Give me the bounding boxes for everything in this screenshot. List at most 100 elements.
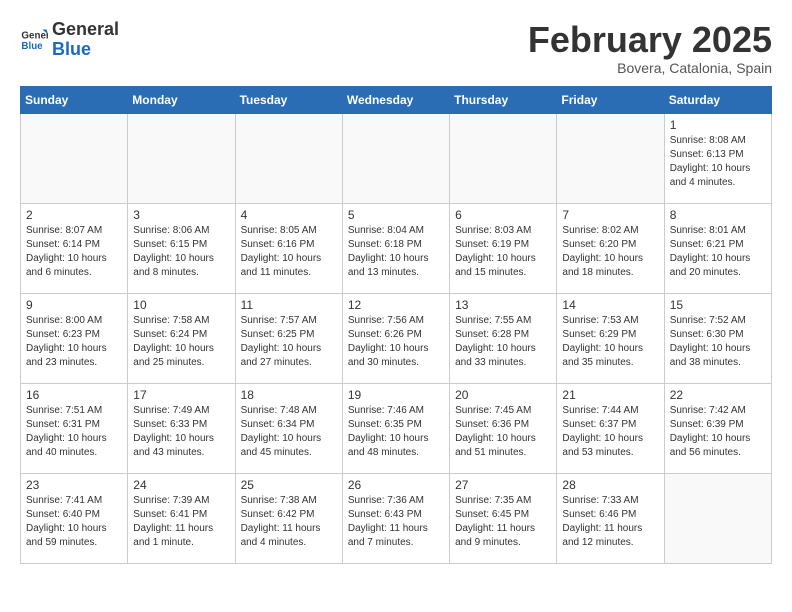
day-info: Sunrise: 7:38 AM Sunset: 6:42 PM Dayligh… [241, 494, 337, 550]
calendar-cell: 27Sunrise: 7:35 AM Sunset: 6:45 PM Dayli… [450, 473, 557, 563]
day-number: 1 [670, 118, 766, 132]
day-info: Sunrise: 7:41 AM Sunset: 6:40 PM Dayligh… [26, 494, 122, 550]
day-info: Sunrise: 7:53 AM Sunset: 6:29 PM Dayligh… [562, 314, 658, 370]
day-info: Sunrise: 7:33 AM Sunset: 6:46 PM Dayligh… [562, 494, 658, 550]
day-info: Sunrise: 7:39 AM Sunset: 6:41 PM Dayligh… [133, 494, 229, 550]
calendar-cell: 5 Sunrise: 8:04 AM Sunset: 6:18 PM Daylig… [342, 203, 449, 293]
calendar-cell [21, 113, 128, 203]
weekday-header-cell: Friday [557, 86, 664, 113]
page-header: General Blue General Blue February 2025 … [20, 20, 772, 76]
day-info: Sunrise: 7:42 AM Sunset: 6:39 PM Dayligh… [670, 404, 766, 460]
weekday-header-cell: Thursday [450, 86, 557, 113]
calendar-cell: 3 Sunrise: 8:06 AM Sunset: 6:15 PM Daylig… [128, 203, 235, 293]
calendar-week-row: 9 Sunrise: 8:00 AM Sunset: 6:23 PM Daylig… [21, 293, 772, 383]
calendar-cell: 21Sunrise: 7:44 AM Sunset: 6:37 PM Dayli… [557, 383, 664, 473]
logo-line1: General [52, 20, 119, 40]
calendar-week-row: 16 Sunrise: 7:51 AM Sunset: 6:31 PM Dayli… [21, 383, 772, 473]
day-info: Sunrise: 7:48 AM Sunset: 6:34 PM Dayligh… [241, 404, 337, 460]
calendar-cell: 15 Sunrise: 7:52 AM Sunset: 6:30 PM Dayli… [664, 293, 771, 383]
day-number: 16 [26, 388, 122, 402]
day-info: Sunrise: 8:07 AM Sunset: 6:14 PM Dayligh… [26, 224, 122, 280]
day-number: 14 [562, 298, 658, 312]
day-info: Sunrise: 7:57 AM Sunset: 6:25 PM Dayligh… [241, 314, 337, 370]
calendar-week-row: 23 Sunrise: 7:41 AM Sunset: 6:40 PM Dayli… [21, 473, 772, 563]
day-number: 9 [26, 298, 122, 312]
day-number: 13 [455, 298, 551, 312]
calendar-cell [557, 113, 664, 203]
calendar-cell [664, 473, 771, 563]
svg-text:Blue: Blue [21, 41, 43, 52]
day-number: 25 [241, 478, 337, 492]
day-number: 23 [26, 478, 122, 492]
calendar-cell: 8 Sunrise: 8:01 AM Sunset: 6:21 PM Daylig… [664, 203, 771, 293]
day-info: Sunrise: 8:05 AM Sunset: 6:16 PM Dayligh… [241, 224, 337, 280]
calendar-cell: 6 Sunrise: 8:03 AM Sunset: 6:19 PM Daylig… [450, 203, 557, 293]
calendar-cell: 10Sunrise: 7:58 AM Sunset: 6:24 PM Dayli… [128, 293, 235, 383]
day-number: 28 [562, 478, 658, 492]
day-number: 4 [241, 208, 337, 222]
calendar-cell: 23 Sunrise: 7:41 AM Sunset: 6:40 PM Dayli… [21, 473, 128, 563]
day-number: 18 [241, 388, 337, 402]
calendar-cell: 13 Sunrise: 7:55 AM Sunset: 6:28 PM Dayli… [450, 293, 557, 383]
day-info: Sunrise: 8:01 AM Sunset: 6:21 PM Dayligh… [670, 224, 766, 280]
calendar-cell [235, 113, 342, 203]
day-number: 3 [133, 208, 229, 222]
logo: General Blue General Blue [20, 20, 119, 60]
calendar-cell: 14 Sunrise: 7:53 AM Sunset: 6:29 PM Dayli… [557, 293, 664, 383]
calendar-week-row: 1 Sunrise: 8:08 AM Sunset: 6:13 PM Daylig… [21, 113, 772, 203]
title-area: February 2025 Bovera, Catalonia, Spain [528, 20, 772, 76]
day-number: 17 [133, 388, 229, 402]
calendar-cell: 11 Sunrise: 7:57 AM Sunset: 6:25 PM Dayli… [235, 293, 342, 383]
day-number: 2 [26, 208, 122, 222]
day-number: 21 [562, 388, 658, 402]
calendar-cell: 12 Sunrise: 7:56 AM Sunset: 6:26 PM Dayli… [342, 293, 449, 383]
day-number: 12 [348, 298, 444, 312]
logo-line2: Blue [52, 40, 119, 60]
day-number: 8 [670, 208, 766, 222]
calendar-cell: 25 Sunrise: 7:38 AM Sunset: 6:42 PM Dayli… [235, 473, 342, 563]
svg-text:General: General [21, 30, 48, 41]
day-info: Sunrise: 7:52 AM Sunset: 6:30 PM Dayligh… [670, 314, 766, 370]
day-info: Sunrise: 7:49 AM Sunset: 6:33 PM Dayligh… [133, 404, 229, 460]
day-info: Sunrise: 8:00 AM Sunset: 6:23 PM Dayligh… [26, 314, 122, 370]
day-number: 6 [455, 208, 551, 222]
day-info: Sunrise: 7:46 AM Sunset: 6:35 PM Dayligh… [348, 404, 444, 460]
day-number: 20 [455, 388, 551, 402]
calendar-week-row: 2 Sunrise: 8:07 AM Sunset: 6:14 PM Daylig… [21, 203, 772, 293]
day-info: Sunrise: 8:04 AM Sunset: 6:18 PM Dayligh… [348, 224, 444, 280]
weekday-header-cell: Monday [128, 86, 235, 113]
day-info: Sunrise: 7:45 AM Sunset: 6:36 PM Dayligh… [455, 404, 551, 460]
logo-icon: General Blue [20, 26, 48, 54]
calendar-cell: 22Sunrise: 7:42 AM Sunset: 6:39 PM Dayli… [664, 383, 771, 473]
calendar-cell: 16 Sunrise: 7:51 AM Sunset: 6:31 PM Dayli… [21, 383, 128, 473]
day-number: 11 [241, 298, 337, 312]
day-info: Sunrise: 7:51 AM Sunset: 6:31 PM Dayligh… [26, 404, 122, 460]
calendar-body: 1 Sunrise: 8:08 AM Sunset: 6:13 PM Daylig… [21, 113, 772, 563]
calendar-cell: 26Sunrise: 7:36 AM Sunset: 6:43 PM Dayli… [342, 473, 449, 563]
day-number: 15 [670, 298, 766, 312]
calendar-cell: 2 Sunrise: 8:07 AM Sunset: 6:14 PM Daylig… [21, 203, 128, 293]
day-number: 27 [455, 478, 551, 492]
day-number: 7 [562, 208, 658, 222]
weekday-header-cell: Sunday [21, 86, 128, 113]
day-info: Sunrise: 8:03 AM Sunset: 6:19 PM Dayligh… [455, 224, 551, 280]
calendar-cell: 20 Sunrise: 7:45 AM Sunset: 6:36 PM Dayli… [450, 383, 557, 473]
weekday-header-cell: Tuesday [235, 86, 342, 113]
day-info: Sunrise: 7:55 AM Sunset: 6:28 PM Dayligh… [455, 314, 551, 370]
calendar-cell: 1 Sunrise: 8:08 AM Sunset: 6:13 PM Daylig… [664, 113, 771, 203]
calendar-cell: 24Sunrise: 7:39 AM Sunset: 6:41 PM Dayli… [128, 473, 235, 563]
day-number: 5 [348, 208, 444, 222]
calendar-cell: 4 Sunrise: 8:05 AM Sunset: 6:16 PM Daylig… [235, 203, 342, 293]
calendar-cell: 7Sunrise: 8:02 AM Sunset: 6:20 PM Daylig… [557, 203, 664, 293]
day-number: 26 [348, 478, 444, 492]
calendar-cell: 19Sunrise: 7:46 AM Sunset: 6:35 PM Dayli… [342, 383, 449, 473]
day-info: Sunrise: 7:58 AM Sunset: 6:24 PM Dayligh… [133, 314, 229, 370]
calendar-cell: 17 Sunrise: 7:49 AM Sunset: 6:33 PM Dayli… [128, 383, 235, 473]
location-subtitle: Bovera, Catalonia, Spain [528, 60, 772, 76]
calendar-cell: 28 Sunrise: 7:33 AM Sunset: 6:46 PM Dayli… [557, 473, 664, 563]
day-info: Sunrise: 7:56 AM Sunset: 6:26 PM Dayligh… [348, 314, 444, 370]
day-info: Sunrise: 8:08 AM Sunset: 6:13 PM Dayligh… [670, 134, 766, 190]
day-info: Sunrise: 8:06 AM Sunset: 6:15 PM Dayligh… [133, 224, 229, 280]
calendar-cell: 18 Sunrise: 7:48 AM Sunset: 6:34 PM Dayli… [235, 383, 342, 473]
calendar-cell: 9 Sunrise: 8:00 AM Sunset: 6:23 PM Daylig… [21, 293, 128, 383]
